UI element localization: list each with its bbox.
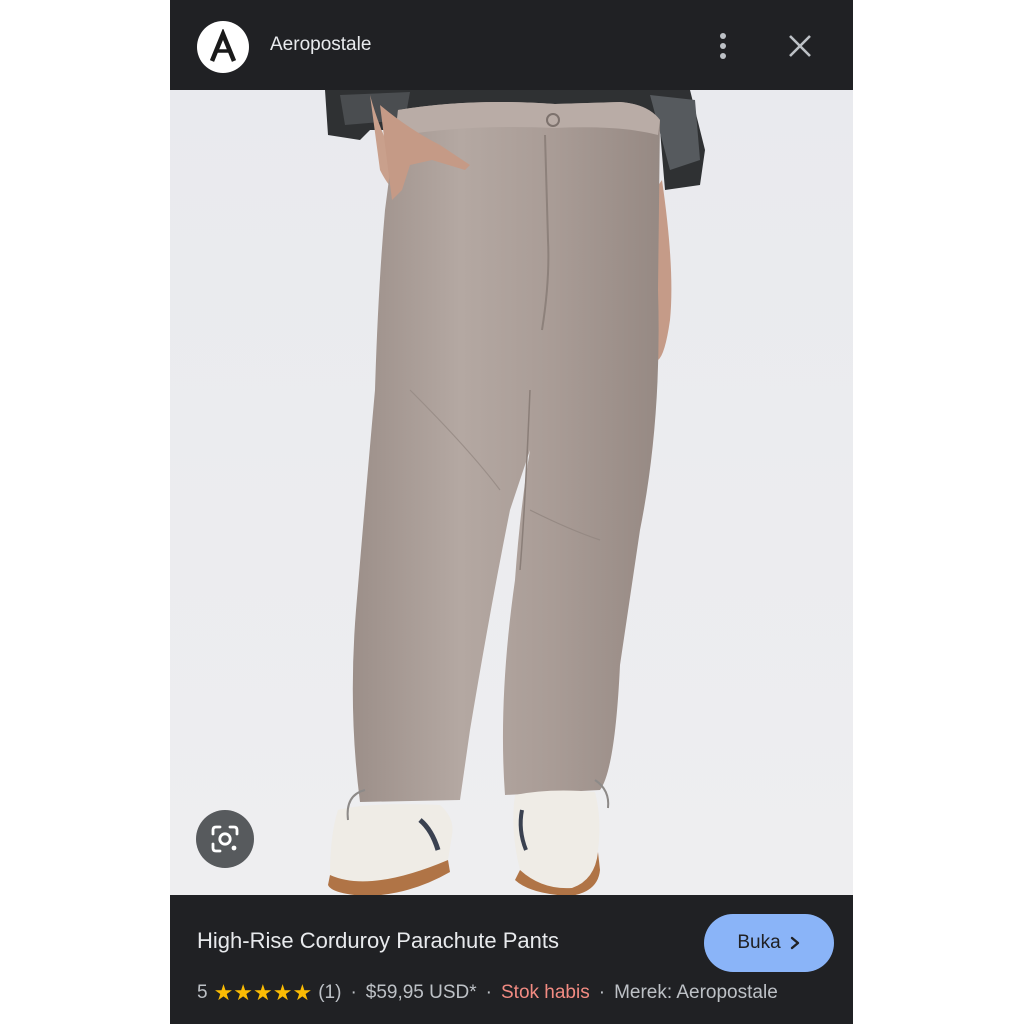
chevron-right-icon xyxy=(790,936,799,950)
product-info-panel: High-Rise Corduroy Parachute Pants Buka … xyxy=(170,895,853,1024)
close-icon xyxy=(789,35,811,57)
parachute-pants-photo xyxy=(170,90,853,895)
viewer-header: Aeropostale xyxy=(170,0,853,90)
product-meta-row: 5 ★★★★★ (1) · $59,95 USD* · Stok habis ·… xyxy=(197,980,778,1006)
product-image[interactable] xyxy=(170,90,853,895)
close-button[interactable] xyxy=(782,28,818,64)
more-vert-icon xyxy=(720,33,726,59)
open-button[interactable]: Buka xyxy=(704,914,834,972)
price: $59,95 USD* xyxy=(365,982,477,1003)
rating-stars: ★★★★★ xyxy=(213,980,313,1006)
google-lens-icon xyxy=(211,825,239,853)
brand-label: Merek: Aeropostale xyxy=(614,982,778,1003)
open-button-label: Buka xyxy=(737,932,781,953)
brand-logo[interactable] xyxy=(197,21,249,73)
separator: · xyxy=(598,982,606,1003)
rating-value: 5 xyxy=(197,982,208,1003)
brand-name[interactable]: Aeropostale xyxy=(270,34,371,56)
more-options-button[interactable] xyxy=(708,26,738,66)
aeropostale-logo-icon xyxy=(209,29,237,62)
stock-status: Stok habis xyxy=(501,982,590,1003)
product-title[interactable]: High-Rise Corduroy Parachute Pants xyxy=(197,928,559,954)
separator: · xyxy=(485,982,492,1003)
separator: · xyxy=(350,982,357,1003)
google-lens-button[interactable] xyxy=(196,810,254,868)
product-viewer: Aeropostale High-Rise Corduroy Parachute… xyxy=(170,0,853,1024)
review-count[interactable]: (1) xyxy=(318,982,341,1004)
